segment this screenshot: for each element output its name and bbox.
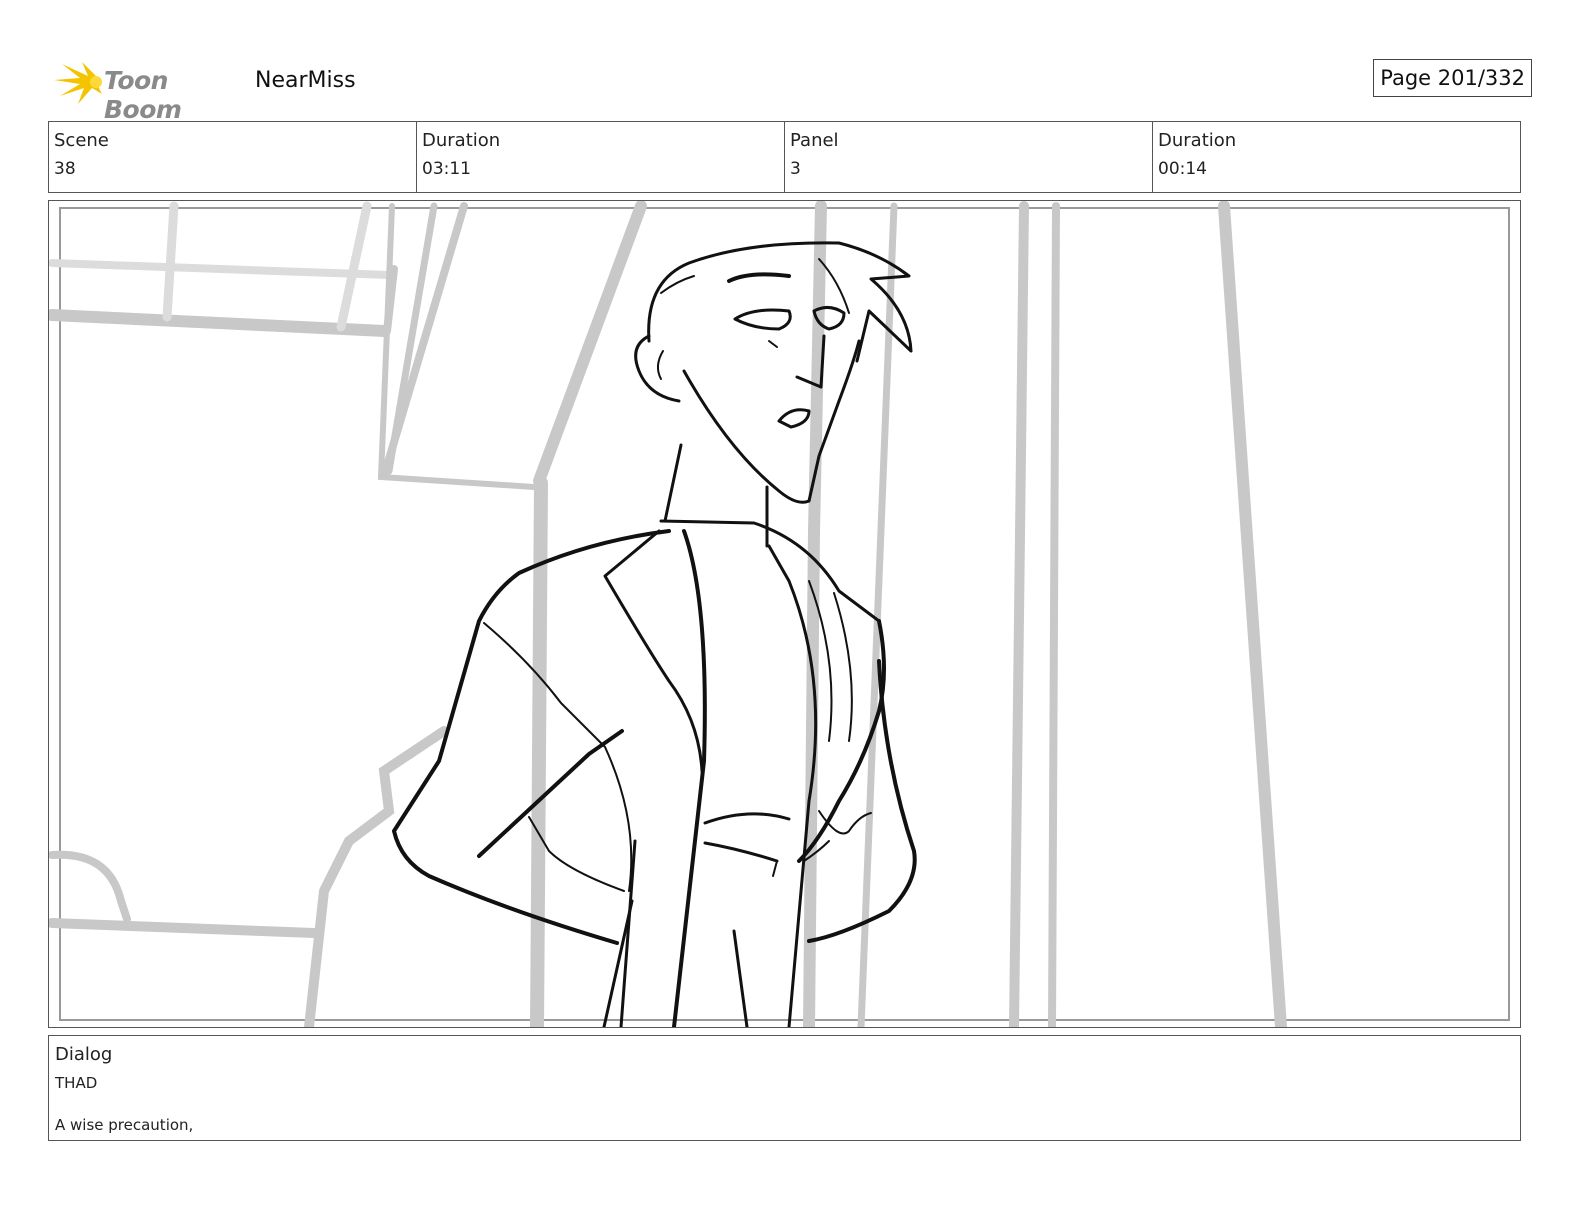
logo-wordmark: Toon Boom	[104, 66, 182, 124]
scene-duration-label: Duration	[422, 130, 501, 151]
storyboard-panel	[48, 200, 1521, 1028]
panel-value: 3	[790, 159, 801, 179]
panel-duration-cell: Duration 00:14	[1153, 122, 1520, 192]
panel-sketch	[49, 201, 1510, 1027]
dialog-box: Dialog THAD A wise precaution,	[48, 1035, 1521, 1141]
background-sketch	[49, 201, 1287, 1027]
panel-label: Panel	[790, 130, 839, 151]
project-name: NearMiss	[255, 68, 356, 93]
panel-info-table: Scene 38 Duration 03:11 Panel 3 Duration…	[48, 121, 1521, 193]
scene-duration-cell: Duration 03:11	[417, 122, 785, 192]
panel-duration-value: 00:14	[1158, 159, 1207, 179]
page-header: Toon Boom NearMiss Page 201/332	[52, 56, 1532, 124]
scene-cell: Scene 38	[49, 122, 417, 192]
toon-boom-logo: Toon Boom	[52, 58, 242, 124]
panel-cell: Panel 3	[785, 122, 1153, 192]
dialog-label: Dialog	[55, 1044, 113, 1065]
scene-label: Scene	[54, 130, 109, 151]
starburst-icon	[54, 62, 102, 104]
dialog-line: A wise precaution,	[55, 1116, 194, 1134]
character-sketch	[392, 241, 917, 1027]
scene-duration-value: 03:11	[422, 159, 471, 179]
page-number: Page 201/332	[1373, 59, 1532, 97]
dialog-speaker: THAD	[55, 1074, 98, 1092]
panel-duration-label: Duration	[1158, 130, 1237, 151]
scene-value: 38	[54, 159, 76, 179]
